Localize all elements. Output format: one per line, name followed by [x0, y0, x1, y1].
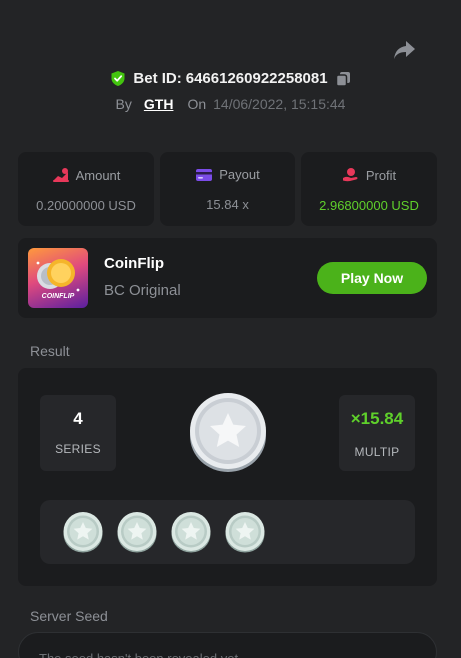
profit-label: Profit	[365, 167, 397, 183]
result-heading: Result	[30, 343, 70, 359]
result-coin-icon	[188, 391, 268, 473]
history-coin-icon	[170, 511, 212, 558]
share-icon[interactable]	[392, 38, 418, 62]
series-box: 4 SERIES	[40, 395, 116, 471]
history-coin-icon	[116, 511, 158, 558]
amount-icon	[52, 167, 70, 183]
series-value: 4	[73, 409, 83, 428]
user-link[interactable]: GTH	[144, 96, 174, 112]
history-coin-icon	[62, 511, 104, 558]
payout-icon	[195, 168, 213, 182]
verified-shield-icon	[110, 70, 126, 87]
result-panel: 4 SERIES ×15.84 MULTIP	[18, 368, 437, 586]
bet-author-row: By GTH On 14/06/2022, 15:15:44	[0, 96, 461, 112]
profit-card: Profit 2.96800000 USD	[301, 152, 437, 226]
game-subtitle: BC Original	[104, 282, 181, 299]
amount-value: 0.20000000 USD	[36, 198, 136, 213]
bet-id-row: Bet ID: 64661260922258081	[0, 70, 461, 87]
coinflip-thumbnail[interactable]: COINFLIP	[28, 248, 88, 308]
profit-icon	[342, 167, 360, 183]
profit-value: 2.96800000 USD	[319, 198, 419, 213]
coin-history	[40, 500, 415, 564]
copy-icon[interactable]	[335, 71, 351, 87]
game-name: CoinFlip	[104, 255, 164, 272]
on-label: On	[187, 96, 207, 112]
series-label: SERIES	[55, 442, 101, 456]
bet-id-label: Bet ID:	[133, 70, 182, 87]
server-seed-field[interactable]: The seed hasn't been revealed yet	[18, 632, 437, 658]
payout-value: 15.84 x	[206, 197, 249, 212]
coinflip-logo-text: COINFLIP	[41, 293, 75, 300]
multiplier-label: MULTIP	[354, 445, 400, 459]
bet-datetime: 14/06/2022, 15:15:44	[213, 96, 346, 112]
multiplier-value: ×15.84	[350, 409, 404, 428]
history-coin-icon	[224, 511, 266, 558]
bet-id-value: 64661260922258081	[185, 70, 328, 87]
play-now-button[interactable]: Play Now	[317, 262, 427, 294]
by-label: By	[115, 96, 132, 112]
server-seed-heading: Server Seed	[30, 608, 108, 624]
amount-card: Amount 0.20000000 USD	[18, 152, 154, 226]
multiplier-box: ×15.84 MULTIP	[339, 395, 415, 471]
payout-card: Payout 15.84 x	[160, 152, 295, 226]
amount-label: Amount	[75, 167, 121, 183]
payout-label: Payout	[219, 167, 260, 182]
game-card: COINFLIP CoinFlip BC Original Play Now	[18, 238, 437, 318]
